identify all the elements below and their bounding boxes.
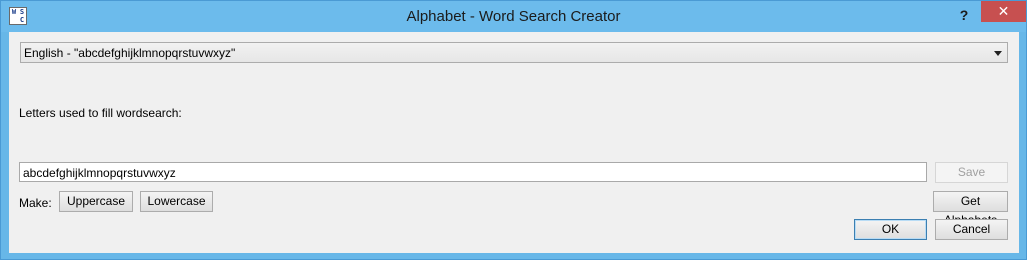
get-alphabets-button[interactable]: Get Alphabets (933, 191, 1008, 227)
close-button[interactable]: ✕ (981, 1, 1026, 22)
title-bar[interactable]: W S C Alphabet - Word Search Creator ? ✕ (1, 1, 1026, 32)
save-button[interactable]: Save (935, 162, 1008, 183)
alphabet-select-value: English - "abcdefghijklmnopqrstuvwxyz" (24, 46, 236, 60)
help-button[interactable]: ? (953, 5, 975, 25)
chevron-down-icon[interactable] (994, 51, 1002, 56)
dialog-window: W S C Alphabet - Word Search Creator ? ✕… (0, 0, 1027, 260)
fill-letters-input[interactable]: abcdefghijklmnopqrstuvwxyz (19, 162, 927, 182)
ok-button[interactable]: OK (854, 219, 927, 240)
dialog-client-area: English - "abcdefghijklmnopqrstuvwxyz" L… (9, 32, 1019, 253)
alphabet-select[interactable]: English - "abcdefghijklmnopqrstuvwxyz" (20, 42, 1008, 63)
close-icon: ✕ (997, 3, 1010, 19)
window-title: Alphabet - Word Search Creator (406, 8, 621, 25)
make-label: Make: (19, 196, 52, 210)
lowercase-button[interactable]: Lowercase (140, 191, 213, 212)
cancel-button[interactable]: Cancel (935, 219, 1008, 240)
uppercase-button[interactable]: Uppercase (59, 191, 133, 212)
fill-letters-label: Letters used to fill wordsearch: (19, 106, 182, 120)
